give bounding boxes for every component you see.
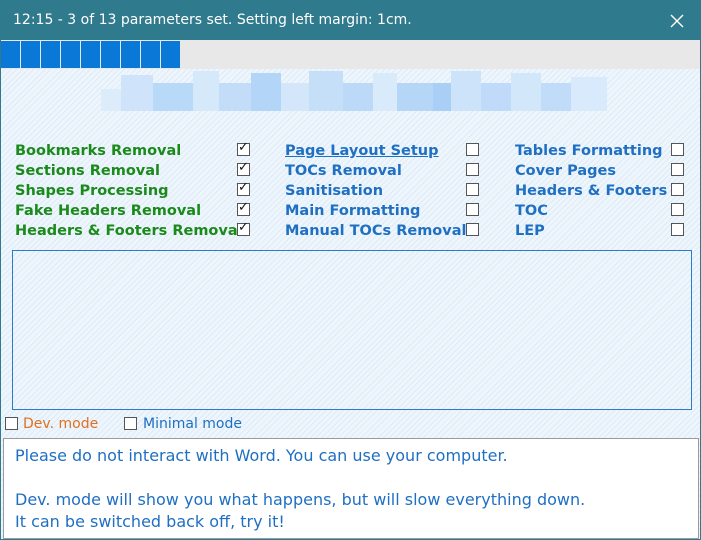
parameter-label: Manual TOCs Removal [285,223,467,239]
title-bar: 12:15 - 3 of 13 parameters set. Setting … [1,1,700,40]
message-line: Dev. mode will show you what happens, bu… [15,490,586,509]
progress-segment [121,41,140,68]
parameter-label: Fake Headers Removal [15,203,202,219]
parameter-label: Sections Removal [15,163,161,179]
progress-segment [41,41,60,68]
blurred-logo [101,67,611,119]
app-window: 12:15 - 3 of 13 parameters set. Setting … [0,0,701,540]
mode-options: Dev. mode Minimal mode [1,415,700,435]
parameter-checkbox[interactable] [671,223,684,236]
parameter-label: Sanitisation [285,183,384,199]
parameter-label: Headers & Footers [515,183,668,199]
progress-bar [1,40,700,69]
parameter-checkbox[interactable] [671,143,684,156]
parameter-label: Headers & Footers Removal [15,223,243,239]
parameter-label: TOCs Removal [285,163,402,179]
message-line: It can be switched back off, try it! [15,512,285,531]
parameter-label: Shapes Processing [15,183,169,199]
close-button[interactable] [654,1,700,40]
parameter-checkbox[interactable] [237,160,250,176]
parameter-label: Main Formatting [285,203,421,219]
parameter-checkbox[interactable] [466,143,479,156]
progress-fill [1,41,180,68]
close-icon [670,14,684,27]
message-line: Please do not interact with Word. You ca… [15,446,508,465]
parameter-checkbox[interactable] [237,200,250,216]
minimal-mode-label: Minimal mode [143,416,242,432]
parameter-label: Page Layout Setup [285,143,439,159]
progress-segment [1,41,20,68]
parameter-checkbox[interactable] [671,203,684,216]
dev-mode-checkbox[interactable] [5,417,18,430]
progress-segment [21,41,40,68]
minimal-mode-checkbox[interactable] [124,417,137,430]
message-box: Please do not interact with Word. You ca… [3,438,699,539]
parameter-label: Tables Formatting [515,143,663,159]
parameter-checkbox[interactable] [466,163,479,176]
parameter-label: LEP [515,223,545,239]
parameter-checkbox[interactable] [237,220,250,236]
parameter-label: TOC [515,203,548,219]
dev-mode-label: Dev. mode [23,416,99,432]
progress-segment [61,41,80,68]
parameter-checkbox[interactable] [466,183,479,196]
parameter-checkbox[interactable] [671,163,684,176]
progress-segment [161,41,180,68]
parameter-checkbox[interactable] [466,203,479,216]
parameter-list: Bookmarks Removal Sections Removal Shapes … [1,140,700,246]
parameter-checkbox[interactable] [466,223,479,236]
parameter-label: Cover Pages [515,163,616,179]
window-title: 12:15 - 3 of 13 parameters set. Setting … [13,12,412,28]
parameter-checkbox[interactable] [671,183,684,196]
progress-segment [101,41,120,68]
parameter-label: Bookmarks Removal [15,143,182,159]
parameter-checkbox[interactable] [237,180,250,196]
progress-segment [81,41,100,68]
log-panel [12,250,692,410]
parameter-checkbox[interactable] [237,140,250,156]
progress-segment [141,41,160,68]
